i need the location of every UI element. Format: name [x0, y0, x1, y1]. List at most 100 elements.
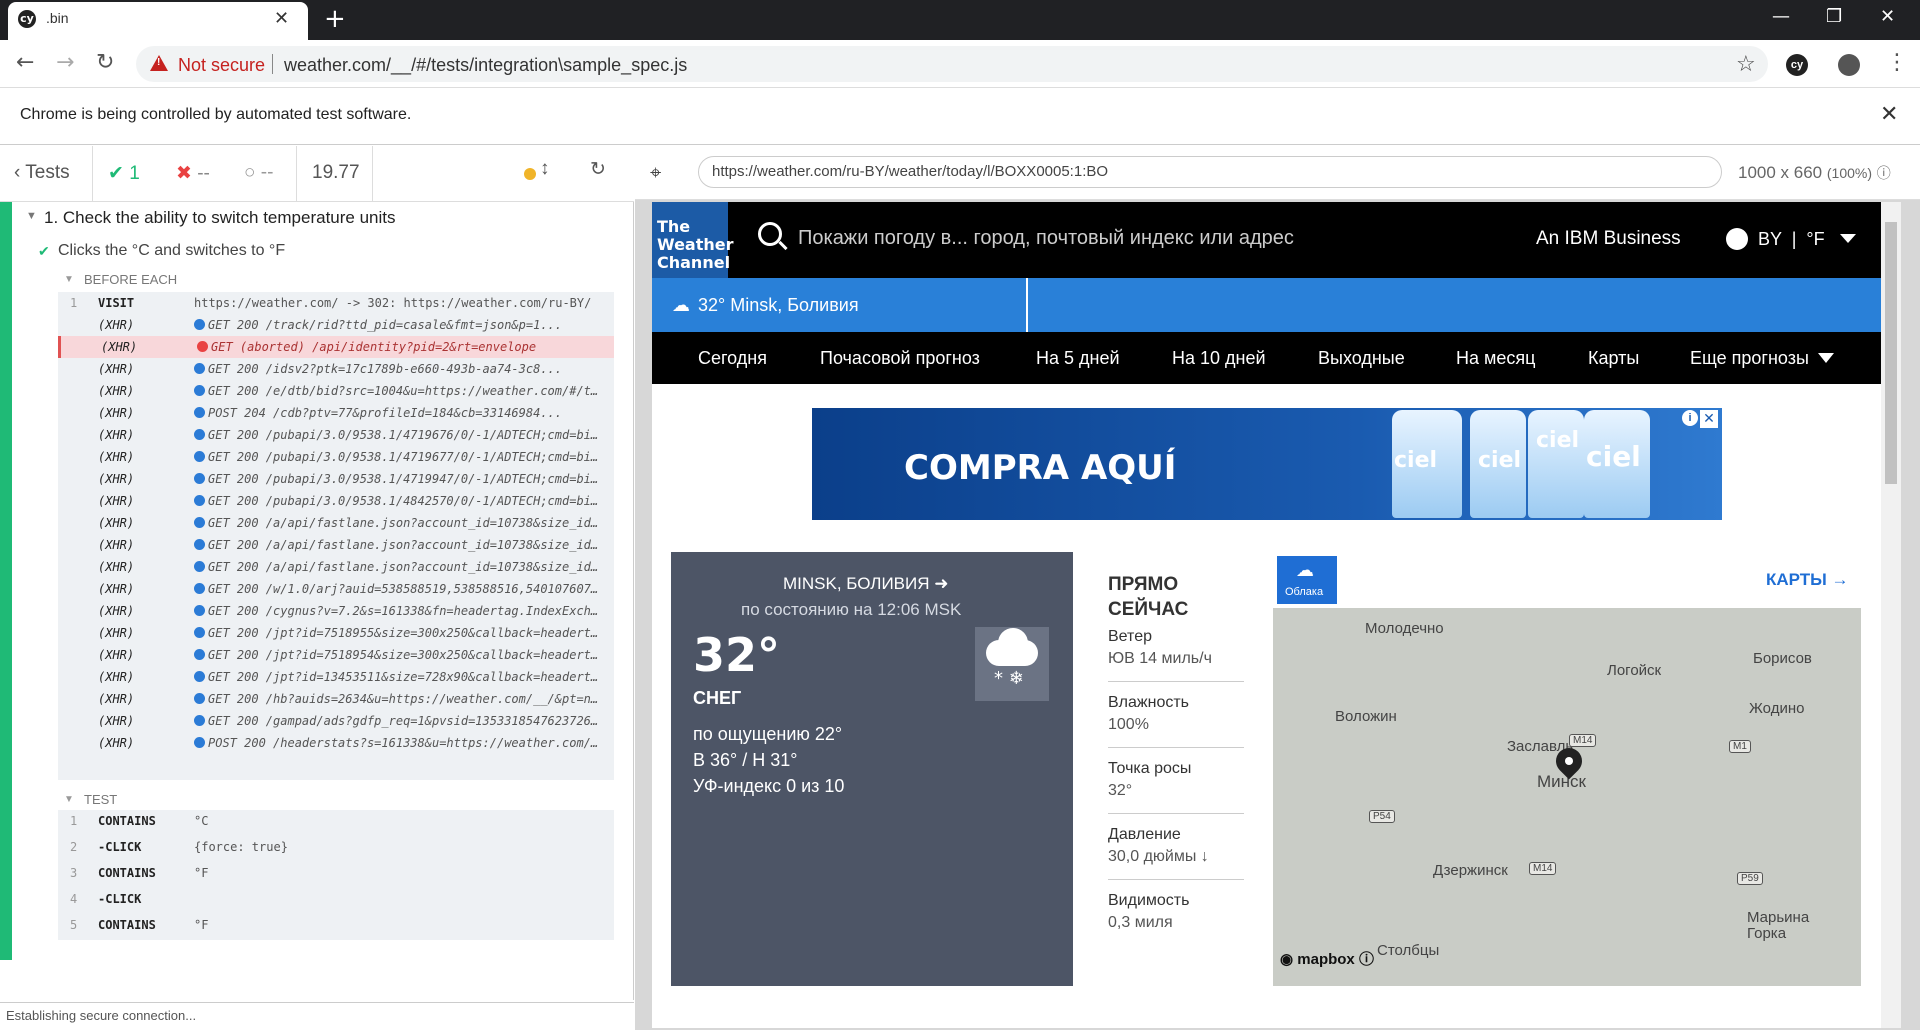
xhr-command-row[interactable]: (XHR) GET (aborted) /api/identity?pid=2&r… — [58, 336, 614, 358]
command-message-text: GET 200 /hb?auids=2634&u=https://weather… — [208, 692, 604, 706]
scroll-toggle-icon[interactable]: ↕ — [540, 158, 550, 180]
bookmark-star-icon[interactable]: ☆ — [1736, 52, 1756, 77]
nav-month[interactable]: На месяц — [1456, 348, 1535, 369]
command-number: 1 — [70, 296, 78, 310]
xhr-command-row[interactable]: (XHR) GET 200 /jpt?id=13453511&size=728x9… — [58, 666, 614, 688]
selector-playground-icon[interactable]: ⌖ — [650, 160, 661, 184]
stat-value: 30,0 дюймы ↓ — [1108, 848, 1209, 865]
test-command-row[interactable]: 5 CONTAINS °F — [58, 914, 614, 940]
restore-icon[interactable]: ❐ — [1826, 6, 1842, 27]
scrollbar-thumb[interactable] — [1885, 222, 1897, 484]
before-each-hook[interactable]: BEFORE EACH — [84, 272, 177, 287]
nav-weekend[interactable]: Выходные — [1318, 348, 1405, 369]
card-feels-like: по ощущению 22° — [693, 724, 843, 744]
xhr-command-row[interactable]: (XHR) GET 200 /gampad/ads?gdfp_req=1&pvsi… — [58, 710, 614, 732]
visit-command-row[interactable]: 1 VISIT https://weather.com/ -> 302: https… — [58, 292, 614, 314]
test-hook[interactable]: TEST — [84, 792, 117, 807]
mapbox-icon: ◉ — [1280, 951, 1298, 968]
command-message: GET 200 /track/rid?ttd_pid=casale&fmt=js… — [194, 318, 604, 332]
map-info-icon[interactable]: ⓘ — [1359, 951, 1374, 968]
test-title[interactable]: Clicks the °C and switches to °F — [58, 242, 285, 260]
xhr-command-row[interactable]: (XHR) GET 200 /track/rid?ttd_pid=casale&f… — [58, 314, 614, 336]
nav-10day[interactable]: На 10 дней — [1172, 348, 1266, 369]
window-close-icon[interactable]: ✕ — [1880, 6, 1895, 27]
xhr-command-row[interactable]: (XHR) GET 200 /pubapi/3.0/9538.1/4842570/… — [58, 490, 614, 512]
ad-info-icon[interactable]: i — [1682, 410, 1698, 426]
test-command-row[interactable]: 3 CONTAINS °F — [58, 862, 614, 888]
xhr-command-row[interactable]: (XHR) GET 200 /a/api/fastlane.json?accoun… — [58, 534, 614, 556]
chevron-left-icon: ‹ — [14, 162, 26, 183]
xhr-command-row[interactable]: (XHR) GET 200 /jpt?id=7518955&size=300x25… — [58, 622, 614, 644]
xhr-command-row[interactable]: (XHR) GET 200 /e/dtb/bid?src=1004&u=https… — [58, 380, 614, 402]
minimize-icon[interactable]: — — [1772, 6, 1790, 27]
tab-close-icon[interactable]: ✕ — [274, 8, 289, 29]
xhr-command-row[interactable]: (XHR) GET 200 /pubapi/3.0/9538.1/4719676/… — [58, 424, 614, 446]
passed-count: ✔ 1 — [108, 162, 140, 185]
xhr-command-row[interactable]: (XHR) GET 200 /idsv2?ptk=17c1789b-e660-49… — [58, 358, 614, 380]
test-command-row[interactable]: 2 -CLICK {force: true} — [58, 836, 614, 862]
chevron-down-icon[interactable] — [1840, 234, 1856, 243]
locale-unit-switch[interactable]: BY | °F — [1758, 229, 1825, 250]
maps-link[interactable]: КАРТЫ → — [1766, 570, 1849, 590]
failed-number: -- — [197, 163, 210, 184]
logo-line: Channel — [657, 253, 731, 272]
ad-headline[interactable]: COMPRA AQUÍ — [904, 448, 1176, 488]
snow-cloud-icon: ☁ — [672, 295, 690, 316]
command-message: {force: true} — [194, 840, 288, 854]
profile-avatar-icon[interactable] — [1838, 54, 1860, 76]
xhr-command-row[interactable]: (XHR) GET 200 /w/1.0/arj?auid=538588519,5… — [58, 578, 614, 600]
nav-hourly[interactable]: Почасовой прогноз — [820, 348, 980, 369]
header-divider — [372, 146, 373, 202]
chevron-down-icon[interactable] — [1818, 353, 1834, 363]
nav-maps[interactable]: Карты — [1588, 348, 1639, 369]
suite-title[interactable]: 1. Check the ability to switch temperatu… — [44, 208, 396, 228]
command-message: GET 200 /a/api/fastlane.json?account_id=… — [194, 538, 604, 552]
weather-map[interactable]: Молодечно Логойск Борисов Воложин Жодино… — [1273, 608, 1861, 986]
reload-icon[interactable]: ↻ — [96, 50, 114, 75]
ad-brand-label: ciel — [1394, 448, 1438, 473]
test-command-row[interactable]: 4 -CLICK — [58, 888, 614, 914]
browser-menu-icon[interactable]: ⋮ — [1886, 50, 1908, 75]
test-hook-caret-icon[interactable]: ▼ — [64, 794, 74, 805]
hook-caret-icon[interactable]: ▼ — [64, 274, 74, 285]
globe-icon[interactable] — [1726, 228, 1748, 250]
command-name: (XHR) — [98, 626, 135, 640]
xhr-command-row[interactable]: (XHR) POST 200 /headerstats?s=161338&u=ht… — [58, 732, 614, 754]
nav-5day[interactable]: На 5 дней — [1036, 348, 1120, 369]
weather-channel-logo[interactable]: The Weather Channel — [652, 202, 734, 278]
xhr-command-row[interactable]: (XHR) POST 204 /cdb?ptv=77&profileId=184&… — [58, 402, 614, 424]
nav-more[interactable]: Еще прогнозы — [1690, 348, 1809, 369]
current-location[interactable]: 32° Minsk, Боливия — [698, 295, 859, 316]
address-url[interactable]: weather.com/__/#/tests/integration\sampl… — [284, 55, 687, 76]
map-label: Столбцы — [1377, 942, 1440, 959]
xhr-command-row[interactable]: (XHR) GET 200 /hb?auids=2634&u=https://we… — [58, 688, 614, 710]
xhr-command-row[interactable]: (XHR) GET 200 /pubapi/3.0/9538.1/4719677/… — [58, 446, 614, 468]
not-secure-label[interactable]: Not secure — [178, 55, 265, 76]
xhr-command-row[interactable]: (XHR) GET 200 /jpt?id=7518954&size=300x25… — [58, 644, 614, 666]
logo-line: The — [657, 217, 691, 236]
test-command-row[interactable]: 1 CONTAINS °C — [58, 810, 614, 836]
nav-today[interactable]: Сегодня — [698, 348, 767, 369]
cypress-extension-icon[interactable]: cy — [1786, 54, 1808, 76]
suite-caret-icon[interactable]: ▼ — [26, 210, 37, 222]
stat-pressure: Давление 30,0 дюймы ↓ — [1108, 826, 1244, 880]
back-icon[interactable]: ← — [16, 50, 34, 75]
info-icon[interactable]: ⓘ — [1877, 165, 1891, 181]
x-icon: ✖ — [176, 163, 198, 184]
ad-close-icon[interactable]: ✕ — [1700, 410, 1718, 428]
xhr-command-row[interactable]: (XHR) GET 200 /a/api/fastlane.json?accoun… — [58, 512, 614, 534]
rerun-icon[interactable]: ↻ — [590, 158, 606, 181]
road-marker: P54 — [1369, 810, 1395, 823]
xhr-command-row[interactable]: (XHR) GET 200 /pubapi/3.0/9538.1/4719947/… — [58, 468, 614, 490]
tests-back-button[interactable]: ‹ Tests — [14, 162, 70, 184]
xhr-command-row[interactable]: (XHR) GET 200 /a/api/fastlane.json?accoun… — [58, 556, 614, 578]
card-location[interactable]: MINSK, БОЛИВИЯ ➜ — [783, 574, 948, 594]
command-name: (XHR) — [98, 516, 135, 530]
infobar-close-icon[interactable]: ✕ — [1880, 102, 1898, 127]
mapbox-logo[interactable]: ◉ mapbox ⓘ — [1280, 948, 1374, 969]
xhr-command-row[interactable]: (XHR) GET 200 /cygnus?v=7.2&s=161338&fn=h… — [58, 600, 614, 622]
forward-icon[interactable]: → — [56, 50, 74, 75]
xhr-status-dot-icon — [194, 715, 205, 726]
new-tab-icon[interactable]: + — [324, 4, 346, 34]
search-input[interactable]: Покажи погоду в... город, почтовый индек… — [798, 227, 1294, 250]
